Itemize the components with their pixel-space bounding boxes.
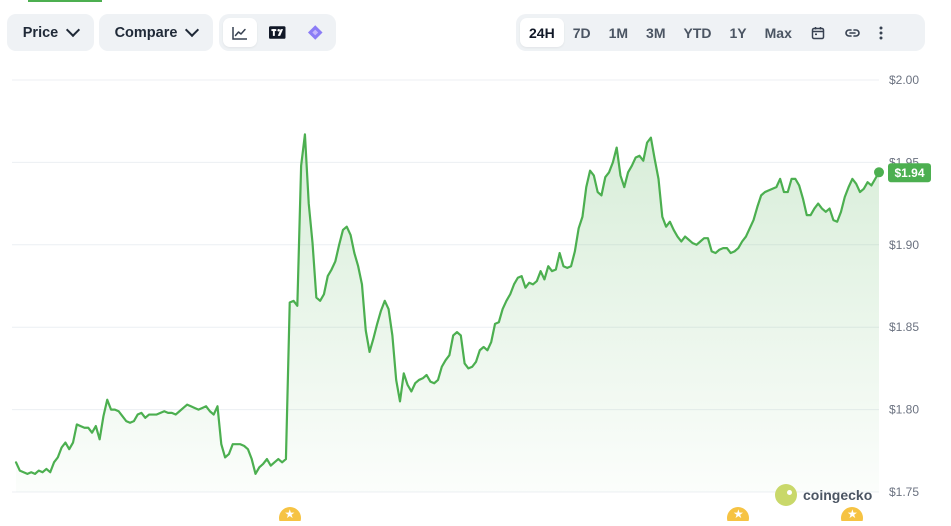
y-tick-label: $2.00 — [889, 73, 919, 87]
tradingview-icon — [269, 26, 286, 39]
event-marker-star-icon[interactable]: ★ — [841, 507, 864, 521]
chart-toolbar: Price Compare 24H 7D 1M 3M YTD 1Y Max — [0, 14, 951, 52]
range-1y[interactable]: 1Y — [721, 18, 756, 47]
brand-name: coingecko — [803, 487, 873, 503]
range-1m[interactable]: 1M — [600, 18, 637, 47]
range-24h[interactable]: 24H — [520, 18, 564, 47]
range-max[interactable]: Max — [756, 18, 801, 47]
calendar-button[interactable] — [801, 18, 835, 47]
chevron-down-icon — [66, 22, 81, 38]
price-chart-svg: $1.75$1.80$1.85$1.90$1.95$2.00 $1.94 — [12, 73, 931, 499]
range-7d[interactable]: 7D — [564, 18, 600, 47]
event-marker-star-icon[interactable]: ★ — [727, 507, 750, 521]
current-price-badge: $1.94 — [888, 163, 931, 183]
compare-dropdown[interactable]: Compare — [99, 14, 213, 51]
y-tick-label: $1.75 — [889, 485, 919, 499]
line-chart-icon — [232, 26, 247, 40]
line-chart-button[interactable] — [223, 18, 257, 47]
price-dropdown-label: Price — [22, 24, 59, 41]
current-price-dot — [874, 167, 884, 178]
chevron-down-icon — [185, 22, 200, 38]
y-tick-label: $1.85 — [889, 320, 919, 334]
range-ytd[interactable]: YTD — [675, 18, 721, 47]
link-icon — [845, 28, 860, 37]
diamond-logo-button[interactable] — [298, 18, 333, 47]
event-marker-star-icon[interactable]: ★ — [278, 507, 301, 521]
coingecko-watermark: coingecko — [775, 484, 872, 506]
price-chart: $1.75 $1.80 $1.85 $1.90 $1.95 $2.00 $1.94 — [0, 60, 951, 521]
tradingview-button[interactable] — [260, 18, 295, 47]
range-3m[interactable]: 3M — [637, 18, 674, 47]
y-tick-label: $1.80 — [889, 403, 919, 417]
current-price-label: $1.94 — [894, 166, 924, 180]
price-dropdown[interactable]: Price — [7, 14, 94, 51]
more-options-button[interactable] — [870, 18, 892, 47]
share-link-button[interactable] — [835, 18, 870, 47]
time-range-group: 24H 7D 1M 3M YTD 1Y Max — [516, 14, 925, 51]
active-tab-indicator — [28, 0, 102, 2]
chart-type-group — [219, 14, 336, 51]
price-area-fill — [16, 134, 879, 492]
diamond-logo-icon — [307, 25, 323, 40]
calendar-icon — [811, 26, 825, 39]
y-tick-label: $1.90 — [889, 238, 919, 252]
coingecko-logo-icon — [775, 484, 797, 506]
compare-dropdown-label: Compare — [114, 24, 178, 41]
more-vertical-icon — [879, 26, 883, 39]
